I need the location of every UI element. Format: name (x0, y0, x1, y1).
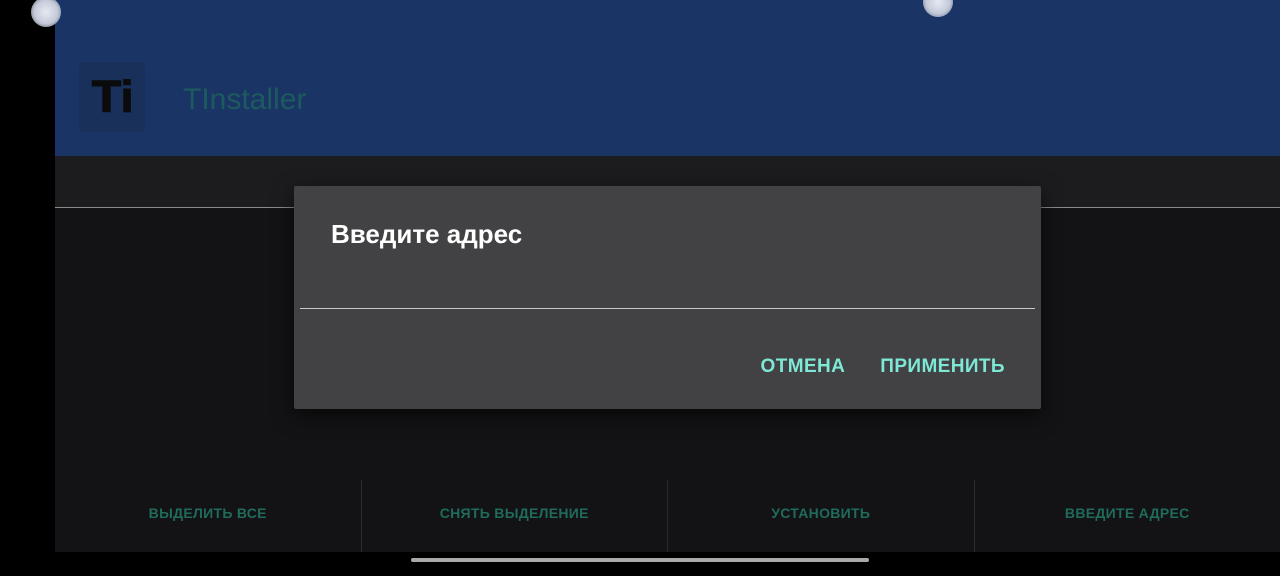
cancel-button[interactable]: ОТМЕНА (761, 356, 846, 378)
apply-button[interactable]: ПРИМЕНИТЬ (880, 356, 1005, 378)
select-all-button[interactable]: ВЫДЕЛИТЬ ВСЕ (55, 480, 362, 552)
app-logo: Ti (79, 62, 145, 132)
app-title: TInstaller (183, 83, 307, 116)
dialog-actions: ОТМЕНА ПРИМЕНИТЬ (761, 356, 1005, 378)
home-indicator[interactable] (411, 558, 869, 562)
dialog-title: Введите адрес (331, 219, 523, 249)
deselect-button[interactable]: СНЯТЬ ВЫДЕЛЕНИЕ (362, 480, 668, 552)
address-dialog: Введите адрес ОТМЕНА ПРИМЕНИТЬ (294, 186, 1041, 409)
app-bar: Ti TInstaller (55, 0, 1280, 156)
address-input[interactable] (300, 268, 1035, 309)
enter-address-button[interactable]: ВВЕДИТЕ АДРЕС (975, 480, 1280, 552)
install-button[interactable]: УСТАНОВИТЬ (668, 480, 975, 552)
bottom-action-bar: ВЫДЕЛИТЬ ВСЕ СНЯТЬ ВЫДЕЛЕНИЕ УСТАНОВИТЬ … (55, 480, 1280, 552)
